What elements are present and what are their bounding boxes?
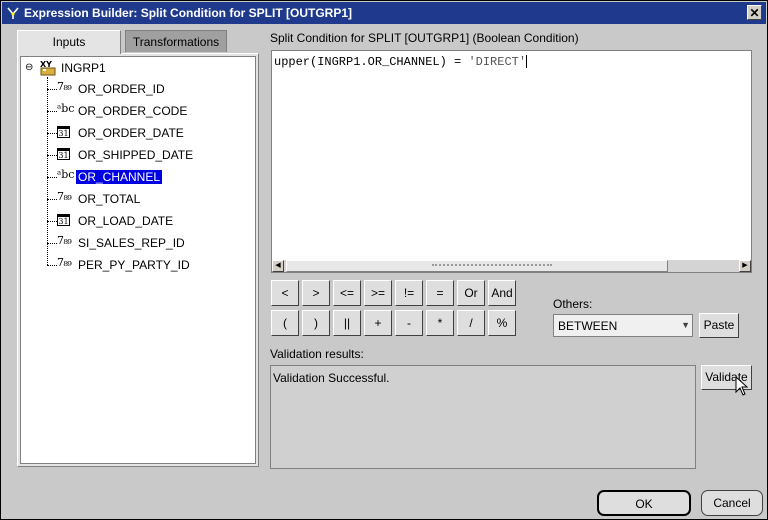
others-selected-value: BETWEEN — [558, 319, 618, 333]
op-and-button[interactable]: And — [488, 280, 516, 306]
tree-item-label: OR_LOAD_DATE — [78, 214, 174, 228]
op-less-than-button[interactable]: < — [271, 280, 299, 306]
expression-builder-dialog: Expression Builder: Split Condition for … — [0, 0, 768, 520]
op-not-equal-button[interactable]: != — [395, 280, 423, 306]
expression-editor[interactable]: upper(INGRP1.OR_CHANNEL) = 'DIRECT' ◀ ▶ — [271, 50, 752, 273]
op-equal-button[interactable]: = — [426, 280, 454, 306]
tree-item-label: OR_SHIPPED_DATE — [78, 148, 194, 162]
app-icon — [7, 7, 19, 19]
tree-item-label: OR_ORDER_ID — [78, 82, 165, 96]
paste-button[interactable]: Paste — [699, 313, 739, 338]
expression-string-literal: 'DIRECT' — [468, 55, 527, 69]
scroll-thumb[interactable] — [286, 260, 668, 272]
input-tree[interactable]: ⊖ XY INGRP1 7₈₉ OR_ORDER_ID ᵃbc OR_ORDER… — [20, 56, 256, 464]
scroll-right-button[interactable]: ▶ — [739, 260, 751, 272]
text-caret — [526, 55, 528, 69]
collapse-icon[interactable]: ⊖ — [25, 63, 34, 73]
number-type-icon: 7₈₉ — [57, 256, 72, 269]
op-less-equal-button[interactable]: <= — [333, 280, 361, 306]
paste-button-label: Paste — [703, 318, 735, 332]
string-type-icon: ᵃbc — [57, 168, 75, 181]
validation-results-box: Validation Successful. — [270, 365, 696, 469]
tree-item-label: OR_ORDER_DATE — [78, 126, 184, 140]
dropdown-arrow-icon[interactable]: ▼ — [681, 320, 690, 330]
close-button[interactable]: ✕ — [747, 5, 762, 20]
window-title: Expression Builder: Split Condition for … — [24, 6, 353, 20]
op-divide-button[interactable]: / — [457, 310, 485, 336]
ok-button[interactable]: OK — [597, 490, 691, 516]
validation-results-text: Validation Successful. — [273, 371, 390, 385]
others-select[interactable]: BETWEEN ▼ — [553, 314, 693, 337]
group-icon: XY — [40, 60, 56, 76]
close-icon: ✕ — [749, 6, 760, 20]
string-type-icon: ᵃbc — [57, 102, 75, 115]
number-type-icon: 7₈₉ — [57, 190, 72, 203]
op-close-paren-button[interactable]: ) — [302, 310, 330, 336]
expression-text[interactable]: upper(INGRP1.OR_CHANNEL) = 'DIRECT' — [274, 55, 528, 69]
tree-item-label: OR_TOTAL — [78, 192, 141, 206]
tree-item-label: PER_PY_PARTY_ID — [78, 258, 190, 272]
calendar-icon: 31 — [57, 126, 70, 138]
others-label: Others: — [553, 297, 593, 311]
tab-inputs[interactable]: Inputs — [17, 30, 121, 54]
expression-code: upper(INGRP1.OR_CHANNEL) = — [274, 55, 469, 69]
op-concat-button[interactable]: || — [333, 310, 361, 336]
calendar-icon: 31 — [57, 148, 70, 160]
cancel-button[interactable]: Cancel — [701, 490, 763, 516]
title-bar: Expression Builder: Split Condition for … — [2, 2, 766, 24]
tree-root-label: INGRP1 — [61, 61, 106, 75]
tree-connector — [47, 77, 49, 265]
op-or-button[interactable]: Or — [457, 280, 485, 306]
horizontal-scrollbar[interactable]: ◀ ▶ — [272, 260, 751, 272]
tree-item-label: SI_SALES_REP_ID — [78, 236, 185, 250]
number-type-icon: 7₈₉ — [57, 80, 72, 93]
op-multiply-button[interactable]: * — [426, 310, 454, 336]
op-modulo-button[interactable]: % — [488, 310, 516, 336]
tree-item-label: OR_ORDER_CODE — [78, 104, 188, 118]
op-greater-than-button[interactable]: > — [302, 280, 330, 306]
tab-transformations[interactable]: Transformations — [125, 30, 227, 52]
tree-item-label: OR_CHANNEL — [74, 169, 164, 185]
number-type-icon: 7₈₉ — [57, 234, 72, 247]
validation-results-label: Validation results: — [270, 347, 364, 361]
op-plus-button[interactable]: + — [364, 310, 392, 336]
mouse-pointer-icon — [735, 376, 749, 396]
calendar-icon: 31 — [57, 214, 70, 226]
op-minus-button[interactable]: - — [395, 310, 423, 336]
op-open-paren-button[interactable]: ( — [271, 310, 299, 336]
expression-label: Split Condition for SPLIT [OUTGRP1] (Boo… — [270, 31, 579, 45]
scroll-left-button[interactable]: ◀ — [272, 260, 284, 272]
op-greater-equal-button[interactable]: >= — [364, 280, 392, 306]
